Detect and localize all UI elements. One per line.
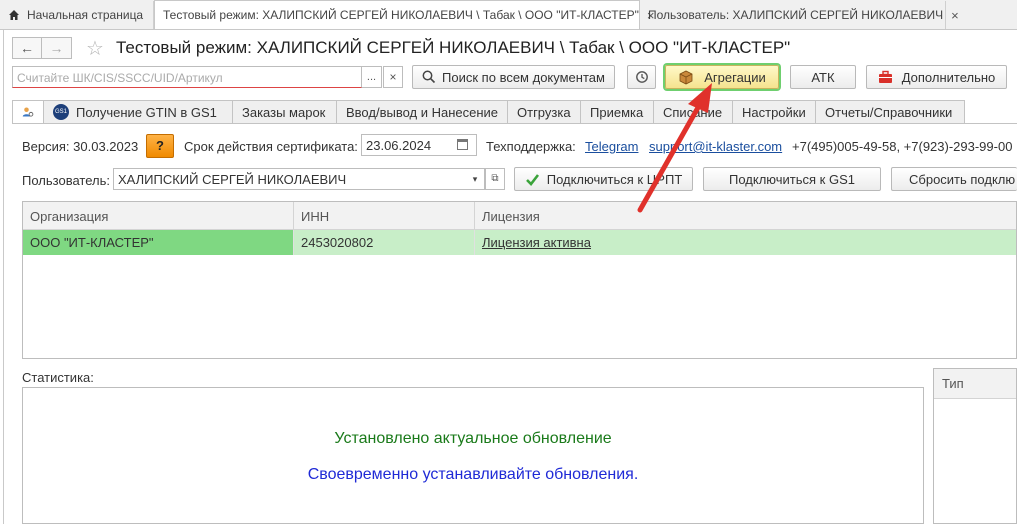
connect-crpt-label: Подключиться к ЦРПТ [546, 171, 683, 187]
tab-home[interactable]: Начальная страница [0, 1, 154, 29]
favorite-star-icon[interactable]: ☆ [86, 36, 104, 61]
connect-gs1-button[interactable]: Подключиться к GS1 [703, 167, 881, 191]
user-field[interactable]: ХАЛИПСКИЙ СЕРГЕЙ НИКОЛАЕВИЧ [113, 168, 485, 190]
open-user-button[interactable]: ⧉ [485, 168, 505, 190]
close-icon: × [389, 70, 397, 84]
support-label: Техподдержка: [486, 139, 576, 154]
additional-label: Дополнительно [901, 69, 996, 85]
tab-divider [12, 123, 1017, 124]
history-button[interactable] [627, 65, 656, 89]
update-advice-message: Своевременно устанавливайте обновления. [307, 466, 639, 483]
stats-panel: Установлено актуальное обновление Своевр… [22, 387, 924, 524]
search-clear-button[interactable]: × [383, 66, 403, 88]
tab-settings-label: Настройки [742, 104, 806, 120]
table-header: Организация ИНН Лицензия [23, 202, 1016, 230]
gs1-icon: GS1 [53, 104, 69, 120]
column-type[interactable]: Тип [934, 369, 1016, 399]
function-tabs: GS1 Получение GTIN в GS1 Заказы марок Вв… [12, 100, 965, 124]
aggregations-label: Агрегации [704, 69, 766, 85]
reset-connection-button[interactable]: Сбросить подклю [891, 167, 1017, 191]
tab-user-label: Пользователь: ХАЛИПСКИЙ СЕРГЕЙ НИКОЛАЕВИ… [648, 8, 944, 22]
window-tabs-bar: Начальная страница Тестовый режим: ХАЛИП… [0, 0, 1017, 30]
version-label: Версия: 30.03.2023 [22, 139, 139, 154]
search-icon [422, 70, 436, 84]
email-link[interactable]: support@it-klaster.com [649, 139, 782, 154]
tab-shipment-label: Отгрузка [517, 104, 571, 120]
organizations-table: Организация ИНН Лицензия ООО "ИТ-КЛАСТЕР… [22, 201, 1017, 359]
tab-test-mode[interactable]: Тестовый режим: ХАЛИПСКИЙ СЕРГЕЙ НИКОЛАЕ… [154, 0, 655, 29]
phones-text: +7(495)005-49-58, +7(923)-293-99-00 [792, 139, 1013, 154]
tab-main[interactable] [12, 100, 44, 124]
reset-connection-label: Сбросить подклю [909, 171, 1016, 187]
tab-reports-label: Отчеты/Справочники [825, 104, 953, 120]
tab-shipment[interactable]: Отгрузка [508, 100, 581, 124]
tab-orders-label: Заказы марок [242, 104, 326, 120]
cert-date-value: 23.06.2024 [366, 138, 432, 153]
stats-label: Статистика: [22, 370, 94, 385]
history-icon [635, 71, 648, 83]
update-status-message: Установлено актуальное обновление [334, 430, 612, 447]
column-inn[interactable]: ИНН [294, 202, 475, 229]
tab-receiving-label: Приемка [590, 104, 644, 120]
additional-button[interactable]: Дополнительно [866, 65, 1007, 89]
tab-receiving[interactable]: Приемка [581, 100, 654, 124]
table-row[interactable]: ООО "ИТ-КЛАСТЕР" 2453020802 Лицензия акт… [23, 230, 1016, 255]
tab-user[interactable]: Пользователь: ХАЛИПСКИЙ СЕРГЕЙ НИКОЛАЕВИ… [640, 1, 959, 29]
briefcase-icon [878, 70, 892, 83]
tab-input-output-label: Ввод/вывод и Нанесение [346, 104, 499, 120]
page-title: Тестовый режим: ХАЛИПСКИЙ СЕРГЕЙ НИКОЛАЕ… [116, 38, 791, 57]
column-organization[interactable]: Организация [23, 202, 294, 229]
atk-label: АТК [811, 69, 835, 85]
license-link[interactable]: Лицензия активна [482, 235, 591, 250]
search-select-button[interactable]: ... [362, 66, 382, 88]
cell-organization: ООО "ИТ-КЛАСТЕР" [23, 230, 294, 255]
help-button[interactable]: ? [146, 134, 174, 158]
tab-write-off[interactable]: Списание [654, 100, 733, 124]
atk-button[interactable]: АТК [790, 65, 856, 89]
search-all-label: Поиск по всем документам [442, 69, 605, 85]
connect-crpt-button[interactable]: Подключиться к ЦРПТ [514, 167, 693, 191]
back-button[interactable]: ← [12, 37, 42, 59]
search-all-button[interactable]: Поиск по всем документам [412, 65, 615, 89]
calendar-icon[interactable] [457, 139, 468, 150]
tab-write-off-label: Списание [663, 104, 723, 120]
column-license[interactable]: Лицензия [475, 202, 1016, 229]
tab-input-output[interactable]: Ввод/вывод и Нанесение [337, 100, 508, 124]
tab-gtin-gs1[interactable]: GS1 Получение GTIN в GS1 [44, 100, 233, 124]
user-value: ХАЛИПСКИЙ СЕРГЕЙ НИКОЛАЕВИЧ [118, 172, 347, 187]
nav-buttons: ← → [12, 37, 72, 59]
arrow-left-icon: ← [20, 40, 34, 56]
cell-inn: 2453020802 [294, 230, 475, 255]
search-input[interactable]: Считайте ШК/CIS/SSCC/UID/Артикул [12, 66, 362, 88]
arrow-right-icon: → [49, 40, 64, 56]
cell-license: Лицензия активна [475, 230, 1016, 255]
user-label: Пользователь: [22, 173, 110, 188]
checkmark-icon [525, 173, 539, 186]
tab-home-label: Начальная страница [27, 8, 144, 22]
home-icon [9, 10, 19, 20]
connect-gs1-label: Подключиться к GS1 [729, 171, 855, 187]
user-settings-icon [22, 107, 34, 117]
type-panel: Тип [933, 368, 1017, 524]
forward-button[interactable]: → [42, 37, 72, 59]
tab-settings[interactable]: Настройки [733, 100, 816, 124]
box-icon [679, 70, 693, 85]
open-icon: ⧉ [491, 173, 499, 184]
close-icon[interactable]: × [951, 8, 959, 23]
user-dropdown-button[interactable]: ▾ [466, 169, 484, 189]
tab-test-mode-label: Тестовый режим: ХАЛИПСКИЙ СЕРГЕЙ НИКОЛАЕ… [163, 8, 639, 22]
tab-orders[interactable]: Заказы марок [233, 100, 337, 124]
tab-gtin-gs1-label: Получение GTIN в GS1 [76, 104, 217, 120]
telegram-link[interactable]: Telegram [585, 139, 638, 154]
aggregations-button[interactable]: Агрегации [665, 65, 779, 89]
tab-reports[interactable]: Отчеты/Справочники [816, 100, 965, 124]
cert-label: Срок действия сертификата: [184, 139, 358, 154]
